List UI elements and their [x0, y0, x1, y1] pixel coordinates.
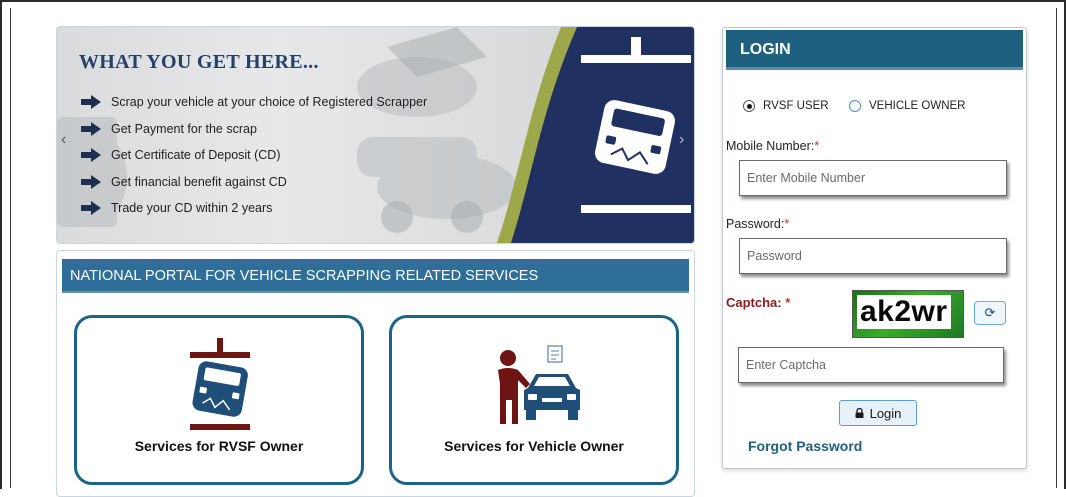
radio-label: VEHICLE OWNER	[869, 100, 966, 112]
captcha-refresh-button[interactable]: ⟳	[974, 301, 1006, 325]
vehicle-owner-services-card[interactable]: Services for Vehicle Owner	[389, 315, 679, 485]
captcha-label-text: Captcha:	[726, 295, 782, 310]
feature-item: Get financial benefit against CD	[81, 169, 427, 196]
required-mark: *	[784, 217, 790, 231]
login-panel: LOGIN RVSF USER VEHICLE OWNER Mobile Num…	[722, 27, 1027, 469]
captcha-label: Captcha: *	[726, 295, 790, 310]
services-header: NATIONAL PORTAL FOR VEHICLE SCRAPPING RE…	[62, 259, 689, 293]
service-card-label: Services for RVSF Owner	[134, 438, 304, 454]
login-title: LOGIN	[726, 30, 1023, 70]
carousel-title: WHAT YOU GET HERE...	[79, 51, 319, 73]
feature-text: Get financial benefit against CD	[111, 174, 287, 189]
captcha-input[interactable]	[738, 347, 1004, 383]
arrow-right-icon	[81, 201, 101, 216]
radio-unchecked-icon	[849, 100, 861, 112]
arrow-right-icon	[81, 174, 101, 189]
captcha-text: ak2wr	[857, 295, 951, 329]
mobile-number-label: Mobile Number:*	[726, 139, 819, 153]
captcha-image: ak2wr	[852, 290, 964, 338]
rvsf-user-radio[interactable]: RVSF USER	[743, 100, 829, 112]
feature-text: Get Payment for the scrap	[111, 121, 257, 136]
arrow-right-icon	[81, 148, 101, 163]
forgot-password-link[interactable]: Forgot Password	[748, 438, 862, 454]
services-panel: NATIONAL PORTAL FOR VEHICLE SCRAPPING RE…	[56, 250, 695, 497]
login-button[interactable]: Login	[839, 400, 917, 426]
feature-item: Get Payment for the scrap	[81, 116, 427, 143]
arrow-right-icon	[81, 95, 101, 110]
radio-label: RVSF USER	[763, 100, 829, 112]
feature-carousel: WHAT YOU GET HERE... Scrap your vehicle …	[56, 26, 695, 244]
refresh-icon: ⟳	[984, 305, 996, 320]
service-card-label: Services for Vehicle Owner	[444, 438, 624, 454]
radio-checked-icon	[743, 100, 755, 112]
car-crusher-icon	[190, 338, 250, 430]
password-input[interactable]	[739, 238, 1007, 274]
carousel-prev-button[interactable]: ‹	[61, 131, 66, 149]
rvsf-owner-services-card[interactable]: Services for RVSF Owner	[74, 315, 364, 485]
mobile-number-label-text: Mobile Number:	[726, 139, 815, 153]
vehicle-owner-icon	[498, 345, 580, 424]
login-button-label: Login	[869, 405, 902, 421]
feature-text: Trade your CD within 2 years	[111, 201, 273, 216]
feature-item: Scrap your vehicle at your choice of Reg…	[81, 89, 427, 116]
lock-icon	[855, 408, 864, 418]
feature-text: Scrap your vehicle at your choice of Reg…	[111, 95, 428, 110]
carousel-next-button[interactable]: ›	[679, 131, 684, 149]
feature-list: Scrap your vehicle at your choice of Reg…	[81, 89, 427, 222]
vehicle-owner-radio[interactable]: VEHICLE OWNER	[849, 100, 966, 112]
password-label: Password:*	[726, 217, 789, 231]
feature-item: Get Certificate of Deposit (CD)	[81, 142, 427, 169]
required-mark: *	[785, 295, 791, 310]
arrow-right-icon	[81, 121, 101, 136]
feature-text: Get Certificate of Deposit (CD)	[111, 148, 281, 163]
password-label-text: Password:	[726, 217, 785, 231]
mobile-number-input[interactable]	[739, 160, 1007, 196]
car-crusher-illustration	[497, 27, 694, 243]
feature-item: Trade your CD within 2 years	[81, 195, 427, 222]
required-mark: *	[814, 139, 820, 153]
